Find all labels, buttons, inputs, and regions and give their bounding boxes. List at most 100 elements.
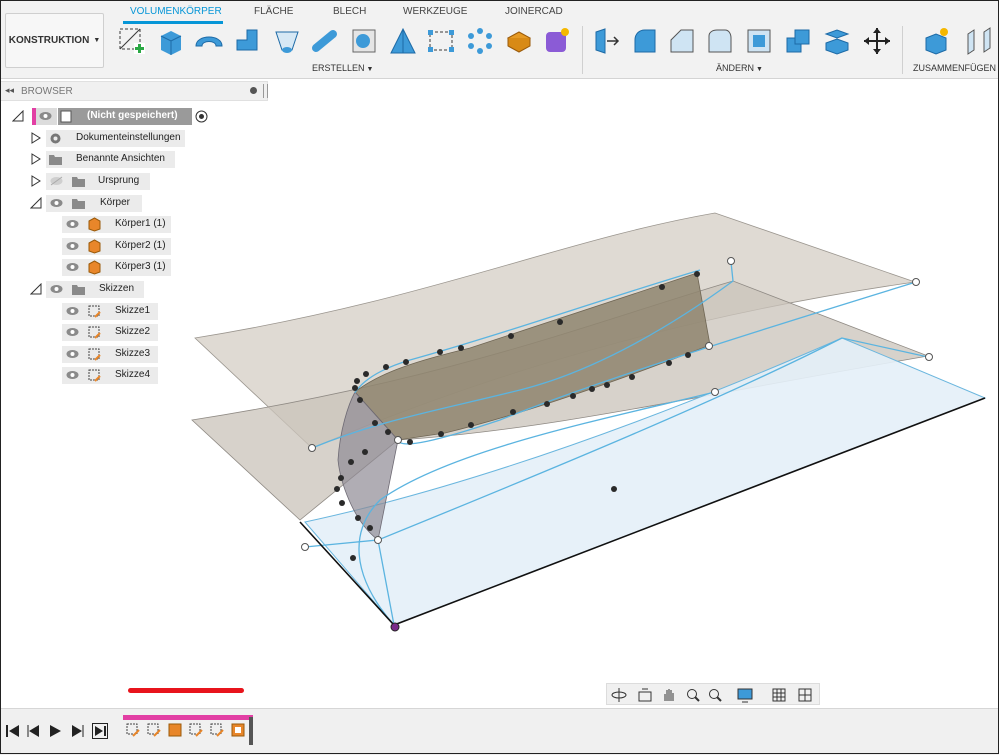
visibility-eye-icon[interactable]	[66, 262, 79, 272]
next-icon[interactable]	[70, 723, 86, 739]
timeline-sketch-icon[interactable]	[126, 723, 140, 737]
loft-icon[interactable]	[272, 26, 302, 56]
shell-icon[interactable]	[705, 26, 735, 56]
pan-icon[interactable]	[661, 687, 677, 703]
browser-item-sketch2[interactable]: Skizze2	[0, 324, 270, 341]
pattern-icon[interactable]	[465, 26, 495, 56]
sweep-icon[interactable]	[233, 26, 263, 56]
browser-item-origin[interactable]: Ursprung	[0, 173, 270, 190]
timeline-marker[interactable]	[249, 717, 253, 745]
assemble-group-label[interactable]: ZUSAMMENFÜGEN	[913, 63, 996, 73]
visibility-eye-icon[interactable]	[39, 111, 52, 121]
visibility-eye-icon[interactable]	[50, 198, 63, 208]
last-icon[interactable]	[92, 723, 108, 739]
create-group-label[interactable]: ERSTELLEN ▼	[312, 63, 373, 73]
sketch-curve-6	[304, 539, 395, 626]
browser-item-sketch3[interactable]: Skizze3	[0, 346, 270, 363]
grid-icon[interactable]	[771, 687, 787, 703]
look-at-icon[interactable]	[637, 687, 653, 703]
orbit-icon[interactable]	[611, 687, 627, 703]
workspace-switcher[interactable]: KONSTRUKTION ▼	[5, 13, 104, 68]
browser-item-body2[interactable]: Körper2 (1)	[0, 238, 270, 255]
combine-icon[interactable]	[783, 26, 813, 56]
rib-icon[interactable]	[426, 26, 456, 56]
emboss-icon[interactable]	[504, 26, 534, 56]
split-icon[interactable]	[822, 26, 852, 56]
visibility-eye-icon[interactable]	[66, 370, 79, 380]
base-edge	[299, 397, 986, 626]
tab-flaeche[interactable]: FLÄCHE	[254, 6, 293, 17]
sketch-icon	[88, 369, 101, 382]
browser-item-body3[interactable]: Körper3 (1)	[0, 259, 270, 276]
open-points	[301, 257, 933, 551]
move-icon[interactable]	[862, 26, 892, 56]
gear-icon	[50, 133, 61, 144]
browser-options-icon[interactable]	[250, 87, 257, 94]
first-icon[interactable]	[5, 723, 21, 739]
sketch-icon[interactable]	[117, 26, 147, 56]
display-settings-icon[interactable]	[737, 687, 753, 703]
play-icon[interactable]	[47, 723, 63, 739]
browser-item-sketch4[interactable]: Skizze4	[0, 367, 270, 384]
visibility-eye-icon[interactable]	[66, 219, 79, 229]
visibility-eye-icon[interactable]	[66, 349, 79, 359]
activate-radio-icon[interactable]	[195, 110, 208, 123]
collapse-triangle-icon[interactable]	[12, 110, 24, 122]
sketch-curve-1	[311, 261, 734, 449]
modify-group-label[interactable]: ÄNDERN ▼	[716, 63, 763, 73]
sketch-icon	[88, 348, 101, 361]
expand-triangle-icon[interactable]	[30, 132, 42, 144]
fit-icon[interactable]	[707, 687, 723, 703]
browser-root[interactable]: (Nicht gespeichert)	[0, 108, 270, 125]
chamfer-icon[interactable]	[667, 26, 697, 56]
browser-item-bodies[interactable]: Körper	[0, 195, 270, 212]
previous-icon[interactable]	[25, 723, 41, 739]
tab-werkzeuge[interactable]: WERKZEUGE	[403, 6, 467, 17]
draft-icon[interactable]	[744, 26, 774, 56]
sketch-icon	[88, 305, 101, 318]
revolve-icon[interactable]	[194, 26, 224, 56]
browser-item-named-views[interactable]: Benannte Ansichten	[0, 151, 270, 168]
expand-triangle-icon[interactable]	[30, 153, 42, 165]
collapse-triangle-icon[interactable]	[30, 197, 42, 209]
visibility-eye-icon[interactable]	[66, 306, 79, 316]
hidden-eye-icon[interactable]	[50, 176, 63, 186]
hole-icon[interactable]	[349, 26, 379, 56]
viewports-icon[interactable]	[797, 687, 813, 703]
timeline-body-icon[interactable]	[168, 723, 182, 737]
fillet-icon[interactable]	[629, 26, 659, 56]
visibility-eye-icon[interactable]	[66, 327, 79, 337]
browser-item-document-settings[interactable]: Dokumenteinstellungen	[0, 130, 270, 147]
extrude-icon[interactable]	[155, 26, 185, 56]
timeline-sketch-icon[interactable]	[210, 723, 224, 737]
collapse-triangle-icon[interactable]	[30, 283, 42, 295]
sketch-curve-3	[397, 281, 917, 445]
expand-triangle-icon[interactable]	[30, 175, 42, 187]
new-component-icon[interactable]	[922, 26, 952, 56]
pipe-icon[interactable]	[311, 26, 341, 56]
browser-item-label: Ursprung	[98, 175, 140, 186]
timeline-body-icon[interactable]	[231, 723, 245, 737]
timeline	[0, 708, 999, 755]
browser-item-sketches[interactable]: Skizzen	[0, 281, 270, 298]
press-pull-icon[interactable]	[591, 26, 621, 56]
chevron-down-icon: ▼	[93, 37, 101, 44]
browser-title: BROWSER	[21, 86, 73, 97]
browser-pin-icon[interactable]	[263, 84, 268, 98]
browser-item-label: Skizze1	[115, 305, 151, 316]
timeline-sketch-icon[interactable]	[189, 723, 203, 737]
visibility-eye-icon[interactable]	[66, 241, 79, 251]
folder-icon	[49, 155, 62, 165]
timeline-sketch-icon[interactable]	[147, 723, 161, 737]
thread-icon[interactable]	[388, 26, 418, 56]
tab-blech[interactable]: BLECH	[333, 6, 366, 17]
joint-icon[interactable]	[964, 26, 994, 56]
collapse-browser-icon[interactable]: ◂◂	[5, 85, 14, 96]
browser-item-body1[interactable]: Körper1 (1)	[0, 216, 270, 233]
visibility-eye-icon[interactable]	[50, 284, 63, 294]
tab-joinercad[interactable]: JOINERCAD	[505, 6, 563, 17]
tab-volumenkoerper[interactable]: VOLUMENKÖRPER	[130, 6, 222, 17]
browser-item-sketch1[interactable]: Skizze1	[0, 303, 270, 320]
zoom-icon[interactable]	[685, 687, 701, 703]
form-icon[interactable]	[542, 26, 572, 56]
